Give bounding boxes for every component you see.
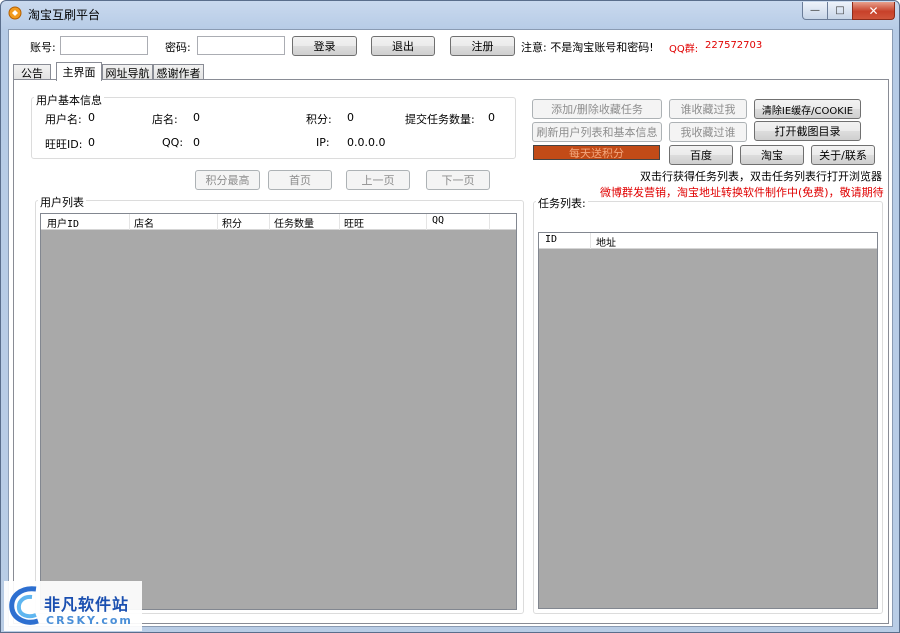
login-notice: 注意: 不是淘宝账号和密码! bbox=[521, 41, 654, 54]
col-points[interactable]: 积分 bbox=[222, 215, 242, 230]
i-collected-who-button[interactable]: 我收藏过谁 bbox=[669, 122, 747, 142]
ip-label: IP: bbox=[316, 136, 330, 149]
username-label: 用户名: bbox=[45, 113, 82, 126]
points-label: 积分: bbox=[306, 113, 332, 126]
minimize-button[interactable]: — bbox=[802, 2, 828, 20]
tab-thanks-author[interactable]: 感谢作者 bbox=[153, 64, 204, 80]
user-list-header: 用户ID 店名 积分 任务数量 旺旺 QQ bbox=[41, 214, 516, 230]
app-window: 淘宝互刷平台 — □ ✕ 账号: 密码: 登录 退出 注册 注意: 不是淘宝账号… bbox=[0, 0, 900, 633]
col-user-id[interactable]: 用户ID bbox=[47, 215, 79, 230]
promo-text: 微博群发营销，淘宝地址转换软件制作中(免费)，敬请期待 bbox=[600, 186, 884, 199]
who-collected-me-button[interactable]: 谁收藏过我 bbox=[669, 99, 747, 119]
taobao-button[interactable]: 淘宝 bbox=[740, 145, 804, 165]
col-qq[interactable]: QQ bbox=[432, 215, 444, 226]
title-bar[interactable]: 淘宝互刷平台 — □ ✕ bbox=[1, 1, 899, 27]
logout-button[interactable]: 退出 bbox=[371, 36, 435, 56]
watermark-domain: CRSKY.com bbox=[46, 614, 133, 627]
watermark-brand: 非凡软件站 bbox=[44, 595, 130, 614]
baidu-button[interactable]: 百度 bbox=[669, 145, 733, 165]
maximize-icon: □ bbox=[835, 5, 845, 16]
close-icon: ✕ bbox=[868, 3, 879, 18]
client-area: 账号: 密码: 登录 退出 注册 注意: 不是淘宝账号和密码! QQ群: 227… bbox=[8, 29, 893, 627]
task-list-view[interactable]: ID 地址 bbox=[538, 232, 878, 609]
submitted-tasks-value: 0 bbox=[488, 111, 495, 124]
tab-main[interactable]: 主界面 bbox=[56, 62, 102, 81]
refresh-users-button[interactable]: 刷新用户列表和基本信息 bbox=[532, 122, 662, 142]
about-contact-button[interactable]: 关于/联系 bbox=[811, 145, 875, 165]
password-input[interactable] bbox=[197, 36, 285, 55]
col-task-count[interactable]: 任务数量 bbox=[274, 215, 314, 230]
minimize-icon: — bbox=[810, 5, 820, 16]
app-logo-icon bbox=[8, 6, 22, 20]
qq-value: 0 bbox=[193, 136, 200, 149]
wangwang-value: 0 bbox=[88, 136, 95, 149]
qq-group-label: QQ群: bbox=[669, 44, 699, 55]
account-input[interactable] bbox=[60, 36, 148, 55]
window-title: 淘宝互刷平台 bbox=[28, 8, 101, 22]
top-points-button[interactable]: 积分最高 bbox=[195, 170, 260, 190]
col-wangwang[interactable]: 旺旺 bbox=[344, 215, 364, 230]
next-page-button[interactable]: 下一页 bbox=[426, 170, 490, 190]
register-button[interactable]: 注册 bbox=[450, 36, 515, 56]
wangwang-label: 旺旺ID: bbox=[45, 138, 83, 151]
points-value: 0 bbox=[347, 111, 354, 124]
col-task-id[interactable]: ID bbox=[545, 234, 557, 245]
prev-page-button[interactable]: 上一页 bbox=[346, 170, 410, 190]
tab-announcement[interactable]: 公告 bbox=[13, 64, 51, 80]
password-label: 密码: bbox=[165, 41, 191, 54]
user-info-title: 用户基本信息 bbox=[34, 92, 104, 108]
col-task-url[interactable]: 地址 bbox=[596, 234, 616, 249]
ip-value: 0.0.0.0 bbox=[347, 136, 386, 149]
task-list-title: 任务列表: bbox=[536, 195, 588, 211]
submitted-tasks-label: 提交任务数量: bbox=[405, 113, 475, 126]
shop-value: 0 bbox=[193, 111, 200, 124]
username-value: 0 bbox=[88, 111, 95, 124]
crsky-logo-icon bbox=[9, 586, 39, 625]
site-watermark: 非凡软件站 CRSKY.com bbox=[4, 581, 142, 631]
close-button[interactable]: ✕ bbox=[852, 2, 895, 20]
login-button[interactable]: 登录 bbox=[292, 36, 357, 56]
qq-group-value: 227572703 bbox=[705, 40, 763, 51]
daily-points-button[interactable]: 每天送积分 bbox=[533, 145, 660, 160]
tab-url-nav[interactable]: 网址导航 bbox=[102, 64, 153, 80]
main-tab-page: 用户基本信息 用户名: 0 店名: 0 积分: 0 提交任务数量: 0 旺旺ID… bbox=[13, 79, 889, 624]
maximize-button[interactable]: □ bbox=[827, 2, 853, 20]
user-list-title: 用户列表 bbox=[38, 194, 86, 210]
account-label: 账号: bbox=[30, 41, 56, 54]
col-shop-name[interactable]: 店名 bbox=[134, 215, 154, 230]
clear-ie-cache-button[interactable]: 清除IE缓存/COOKIE bbox=[754, 99, 861, 119]
open-screenshot-dir-button[interactable]: 打开截图目录 bbox=[754, 121, 861, 141]
double-click-hint: 双击行获得任务列表，双击任务列表行打开浏览器 bbox=[640, 170, 882, 183]
add-remove-fav-button[interactable]: 添加/删除收藏任务 bbox=[532, 99, 662, 119]
user-list-view[interactable]: 用户ID 店名 积分 任务数量 旺旺 QQ bbox=[40, 213, 517, 610]
first-page-button[interactable]: 首页 bbox=[268, 170, 332, 190]
qq-label: QQ: bbox=[162, 136, 184, 149]
task-list-header: ID 地址 bbox=[539, 233, 877, 249]
shop-label: 店名: bbox=[152, 113, 178, 126]
